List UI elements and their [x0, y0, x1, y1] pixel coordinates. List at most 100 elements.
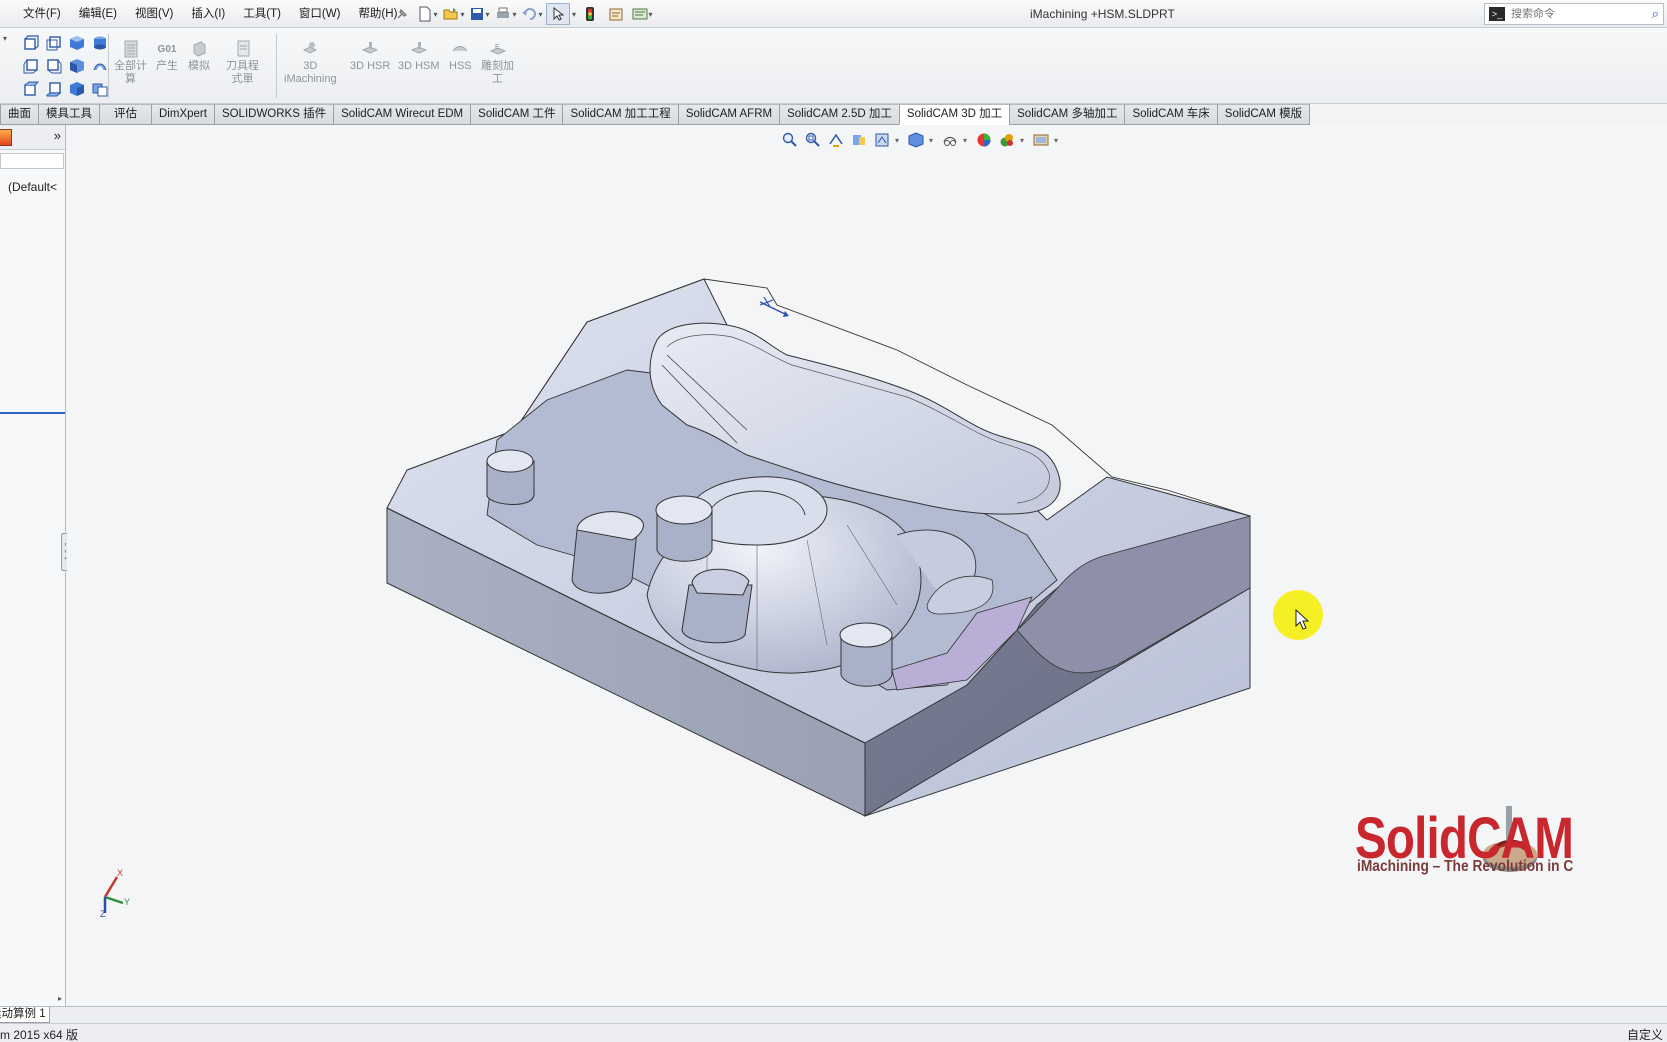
tab-solidcam-machining-project[interactable]: SolidCAM 加工工程 [562, 104, 679, 125]
view-top-icon[interactable] [20, 78, 42, 100]
view-left-icon[interactable] [20, 55, 42, 77]
svg-text:E: E [495, 44, 500, 51]
calculate-icon [121, 40, 141, 58]
simulate-label: 模拟 [188, 60, 210, 72]
tab-solidcam-2-5d[interactable]: SolidCAM 2.5D 加工 [779, 104, 900, 125]
model-tabs-bar: 运动算例 1 [0, 1006, 1667, 1023]
reference-triad: X Y Z [97, 867, 137, 920]
tab-solidcam-wirecut-edm[interactable]: SolidCAM Wirecut EDM [333, 104, 472, 125]
view-isometric-icon[interactable] [66, 32, 88, 54]
quick-access-toolbar: ▾ ▾ ▾ ▾ ▾ ▾ ▾ [390, 3, 654, 25]
view-dimetric-icon[interactable] [66, 78, 88, 100]
engraving-label: 雕刻加 工 [481, 60, 514, 85]
search-command-input[interactable] [1511, 8, 1641, 20]
configuration-name[interactable]: (Default< [0, 180, 65, 194]
scroll-right-icon[interactable]: ▸ [58, 994, 62, 1003]
tab-mold-tools[interactable]: 模具工具 [38, 104, 100, 125]
new-document-icon[interactable]: ▾ [416, 3, 440, 25]
generate-button[interactable]: G01 产生 [156, 40, 178, 73]
ribbon-separator [276, 34, 277, 98]
triad-y-label: Y [124, 897, 130, 907]
tool-sheet-label: 刀具程 式單 [226, 60, 259, 85]
feature-filter-field[interactable] [0, 153, 64, 169]
graphics-area[interactable]: ▾ ▾ ▾ ▾ ▾ X Y Z SolidCAM iMachining – Th… [67, 125, 1667, 1006]
simulate-icon [189, 40, 209, 58]
gcode-icon: G01 [157, 43, 177, 55]
imachining-icon [300, 40, 320, 58]
window-title: iMachining +HSM.SLDPRT [1030, 7, 1175, 21]
feature-manager-header: » [0, 125, 65, 150]
3d-imachining-label: 3D iMachining [284, 60, 337, 85]
tab-solidcam-afrm[interactable]: SolidCAM AFRM [677, 104, 781, 125]
command-prompt-icon: >_ [1489, 7, 1505, 21]
tool-sheet-icon [233, 40, 253, 58]
menu-insert[interactable]: 插入(I) [182, 0, 234, 28]
search-icon[interactable]: ⌕ [1652, 6, 1659, 22]
view-bottom-icon[interactable] [43, 78, 65, 100]
rollback-bar[interactable] [0, 412, 65, 414]
tool-sheet-button[interactable]: 刀具程 式單 [226, 40, 259, 86]
hsr-icon [360, 40, 380, 58]
solidcam-tagline: iMachining – The Revolution in C [1357, 858, 1574, 875]
rebuild-icon[interactable] [578, 3, 602, 25]
expand-panel-icon[interactable]: » [54, 128, 61, 143]
boss-left-small [486, 449, 535, 505]
status-version-text: m 2015 x64 版 [0, 1028, 79, 1042]
menu-view[interactable]: 视图(V) [126, 0, 182, 28]
tab-solidworks-addins[interactable]: SOLIDWORKS 插件 [213, 104, 335, 125]
triad-x-label: X [117, 868, 123, 878]
tab-dimxpert[interactable]: DimXpert [151, 104, 215, 125]
ribbon-dropdown-icon[interactable]: ▾ [3, 34, 7, 43]
menu-file[interactable]: 文件(F) [14, 0, 70, 28]
tab-solidcam-3d[interactable]: SolidCAM 3D 加工 [898, 104, 1011, 125]
3d-imachining-button[interactable]: 3D iMachining [284, 40, 337, 86]
boss-bottom-left [681, 568, 753, 644]
view-front-icon[interactable] [20, 32, 42, 54]
title-bar: 文件(F) 编辑(E) 视图(V) 插入(I) 工具(T) 窗口(W) 帮助(H… [0, 0, 1667, 28]
solidworks-window: 文件(F) 编辑(E) 视图(V) 插入(I) 工具(T) 窗口(W) 帮助(H… [0, 0, 1667, 1042]
hss-label: HSS [449, 60, 472, 72]
3d-hsm-button[interactable]: 3D HSM [398, 40, 440, 73]
menu-tools[interactable]: 工具(T) [234, 0, 290, 28]
engraving-icon: E [488, 40, 508, 58]
menu-bar: 文件(F) 编辑(E) 视图(V) 插入(I) 工具(T) 窗口(W) 帮助(H… [14, 0, 406, 28]
print-icon[interactable]: ▾ [494, 3, 518, 25]
save-icon[interactable]: ▾ [468, 3, 492, 25]
file-properties-icon[interactable] [604, 3, 628, 25]
ribbon-separator [108, 34, 109, 98]
boss-center [655, 495, 713, 562]
pin-icon[interactable] [390, 3, 414, 25]
menu-window[interactable]: 窗口(W) [290, 0, 350, 28]
tab-surfaces[interactable]: 曲面 [0, 104, 39, 125]
view-right-icon[interactable] [43, 55, 65, 77]
engraving-button[interactable]: E 雕刻加 工 [481, 40, 514, 86]
hss-button[interactable]: HSS [449, 40, 472, 73]
view-back-icon[interactable] [43, 32, 65, 54]
3d-hsr-button[interactable]: 3D HSR [350, 40, 390, 73]
tab-solidcam-stock[interactable]: SolidCAM 工件 [470, 104, 564, 125]
hss-icon [450, 40, 470, 58]
3d-hsr-label: 3D HSR [350, 60, 391, 72]
tab-solidcam-templates[interactable]: SolidCAM 模版 [1216, 104, 1311, 125]
select-arrow-icon[interactable] [546, 3, 570, 25]
view-trimetric-icon[interactable] [66, 55, 88, 77]
command-manager-tabs: 曲面 模具工具 评估 DimXpert SOLIDWORKS 插件 SolidC… [0, 104, 1311, 125]
tab-motion-study[interactable]: 运动算例 1 [0, 1007, 50, 1023]
simulate-button[interactable]: 模拟 [188, 40, 210, 73]
menu-edit[interactable]: 编辑(E) [70, 0, 126, 28]
calculate-all-button[interactable]: 全部计 算 [114, 40, 147, 86]
boss-bottom-right [839, 622, 893, 687]
undo-icon[interactable]: ▾ [520, 3, 544, 25]
tab-evaluate[interactable]: 评估 [99, 104, 152, 125]
solidcam-manager-tab-icon[interactable] [0, 129, 12, 146]
command-manager: ▾ 全部计 算 G01 产生 模拟 刀具程 式單 3D iMachining 3… [0, 28, 1667, 104]
triad-z-label: Z [100, 909, 106, 917]
status-bar: m 2015 x64 版 自定义 [0, 1023, 1667, 1042]
search-command-box[interactable]: >_ ⌕ [1484, 3, 1664, 25]
status-units-text[interactable]: 自定义 [1627, 1026, 1663, 1042]
options-icon[interactable]: ▾ [630, 3, 654, 25]
standard-views-grid [20, 32, 111, 100]
tab-solidcam-turning[interactable]: SolidCAM 车床 [1124, 104, 1218, 125]
open-folder-icon[interactable]: ▾ [442, 3, 466, 25]
tab-solidcam-multiaxis[interactable]: SolidCAM 多轴加工 [1009, 104, 1126, 125]
